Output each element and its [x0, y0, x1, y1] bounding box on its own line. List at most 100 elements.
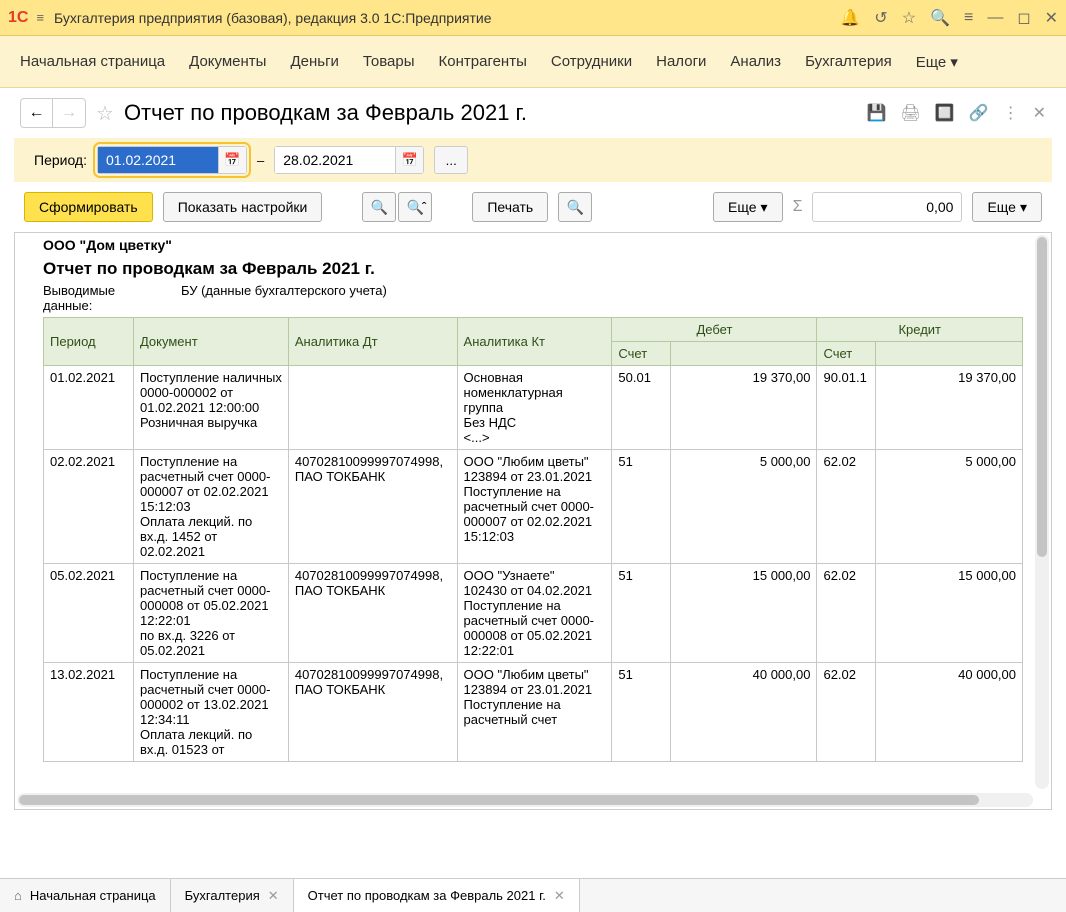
cell-an-dt: 40702810099997074998, ПАО ТОКБАНК [288, 564, 457, 663]
menu-employees[interactable]: Сотрудники [551, 53, 632, 70]
cell-c-acc: 90.01.1 [817, 366, 876, 450]
cell-document: Поступление на расчетный счет 0000-00000… [133, 663, 288, 762]
cell-c-acc: 62.02 [817, 450, 876, 564]
table-row[interactable]: 02.02.2021Поступление на расчетный счет … [44, 450, 1023, 564]
cell-d-val: 15 000,00 [670, 564, 816, 663]
cell-c-val: 5 000,00 [876, 450, 1023, 564]
date-to-input[interactable] [275, 147, 395, 173]
print-icon[interactable]: 🖨 [900, 103, 920, 123]
col-an-dt: Аналитика Дт [288, 318, 457, 366]
tab-report[interactable]: Отчет по проводкам за Февраль 2021 г. ✕ [294, 879, 580, 912]
date-from-input[interactable] [98, 147, 218, 173]
print-button[interactable]: Печать [472, 192, 548, 222]
bell-icon[interactable]: 🔔 [840, 8, 860, 28]
calendar-to-icon[interactable]: 📅 [395, 147, 423, 173]
bottom-tabs: ⌂ Начальная страница Бухгалтерия ✕ Отчет… [0, 878, 1066, 912]
home-icon: ⌂ [14, 888, 22, 903]
cell-an-dt: 40702810099997074998, ПАО ТОКБАНК [288, 450, 457, 564]
cell-document: Поступление наличных 0000-000002 от 01.0… [133, 366, 288, 450]
show-settings-button[interactable]: Показать настройки [163, 192, 323, 222]
date-to-box: 📅 [274, 146, 424, 174]
close-icon[interactable]: ✕ [1045, 8, 1058, 28]
app-title: Бухгалтерия предприятия (базовая), редак… [54, 10, 840, 26]
sub-value: БУ (данные бухгалтерского учета) [181, 283, 387, 313]
star-icon[interactable]: ☆ [902, 8, 916, 28]
report-header: ← → ☆ Отчет по проводкам за Февраль 2021… [0, 88, 1066, 138]
period-bar: Период: 📅 – 📅 ... [14, 138, 1052, 182]
nav-arrows: ← → [20, 98, 86, 128]
page-title: Отчет по проводкам за Февраль 2021 г. [124, 100, 857, 126]
history-icon[interactable]: ↺ [874, 8, 887, 28]
col-period: Период [44, 318, 134, 366]
report-area: ООО "Дом цветку" Отчет по проводкам за Ф… [14, 232, 1052, 810]
menu-taxes[interactable]: Налоги [656, 53, 706, 70]
menu-documents[interactable]: Документы [189, 53, 266, 70]
cell-an-dt [288, 366, 457, 450]
col-document: Документ [133, 318, 288, 366]
cell-c-acc: 62.02 [817, 564, 876, 663]
settings-icon[interactable]: ≡ [964, 9, 973, 27]
cell-d-val: 5 000,00 [670, 450, 816, 564]
report-name: Отчет по проводкам за Февраль 2021 г. [43, 257, 1051, 283]
cell-document: Поступление на расчетный счет 0000-00000… [133, 450, 288, 564]
tab-home-label: Начальная страница [30, 888, 156, 903]
date-from-box: 📅 [97, 146, 247, 174]
org-name: ООО "Дом цветку" [43, 233, 1051, 257]
maximize-icon[interactable]: ◻ [1017, 8, 1030, 28]
sum-input[interactable] [812, 192, 962, 222]
back-arrow-icon[interactable]: ← [21, 99, 53, 127]
menu-home[interactable]: Начальная страница [20, 53, 165, 70]
minimize-icon[interactable]: — [987, 9, 1003, 27]
cell-an-kt: ООО "Узнаете" 102430 от 04.02.2021 Посту… [457, 564, 612, 663]
col-c-value [876, 342, 1023, 366]
close-report-icon[interactable]: ✕ [1033, 103, 1046, 123]
chevron-down-icon: ▾ [1020, 199, 1027, 216]
cell-an-kt: ООО "Любим цветы" 123894 от 23.01.2021 П… [457, 663, 612, 762]
favorite-star-icon[interactable]: ☆ [96, 101, 114, 126]
cell-period: 05.02.2021 [44, 564, 134, 663]
menu-more[interactable]: Еще ▾ [916, 53, 958, 71]
cell-period: 02.02.2021 [44, 450, 134, 564]
cell-c-val: 19 370,00 [876, 366, 1023, 450]
cell-an-dt: 40702810099997074998, ПАО ТОКБАНК [288, 663, 457, 762]
calendar-from-icon[interactable]: 📅 [218, 147, 246, 173]
report-table: Период Документ Аналитика Дт Аналитика К… [43, 317, 1023, 762]
hamburger-icon[interactable]: ≡ [36, 10, 44, 25]
cell-d-acc: 51 [612, 450, 671, 564]
cell-d-acc: 51 [612, 564, 671, 663]
more-button-1[interactable]: Еще▾ [713, 192, 783, 222]
col-d-value [670, 342, 816, 366]
cell-d-acc: 51 [612, 663, 671, 762]
print-preview-button[interactable]: 🔍 [558, 192, 592, 222]
tab-accounting[interactable]: Бухгалтерия ✕ [171, 879, 294, 912]
cell-d-val: 40 000,00 [670, 663, 816, 762]
generate-button[interactable]: Сформировать [24, 192, 153, 222]
table-row[interactable]: 05.02.2021Поступление на расчетный счет … [44, 564, 1023, 663]
search-icon[interactable]: 🔍 [930, 8, 950, 28]
logo-1c: 1С [8, 9, 28, 27]
scrollbar-vertical[interactable] [1035, 235, 1049, 789]
save-icon[interactable]: 💾 [867, 103, 887, 123]
menu-accounting[interactable]: Бухгалтерия [805, 53, 892, 70]
find-up-button[interactable]: 🔍̂ [398, 192, 432, 222]
period-select-button[interactable]: ... [434, 146, 468, 174]
close-icon[interactable]: ✕ [268, 888, 279, 904]
tab-report-label: Отчет по проводкам за Февраль 2021 г. [308, 888, 546, 903]
forward-arrow-icon[interactable]: → [53, 99, 85, 127]
preview-icon[interactable]: 🔲 [935, 103, 955, 123]
table-row[interactable]: 13.02.2021Поступление на расчетный счет … [44, 663, 1023, 762]
menu-analysis[interactable]: Анализ [730, 53, 781, 70]
menu-money[interactable]: Деньги [290, 53, 338, 70]
close-icon[interactable]: ✕ [554, 888, 565, 904]
link-icon[interactable]: 🔗 [969, 103, 989, 123]
scrollbar-horizontal[interactable] [17, 793, 1033, 807]
more-vert-icon[interactable]: ⋮ [1003, 103, 1019, 123]
find-button[interactable]: 🔍 [362, 192, 396, 222]
menu-contractors[interactable]: Контрагенты [439, 53, 527, 70]
menu-goods[interactable]: Товары [363, 53, 415, 70]
tab-home[interactable]: ⌂ Начальная страница [0, 879, 171, 912]
more-button-2[interactable]: Еще▾ [972, 192, 1042, 222]
table-row[interactable]: 01.02.2021Поступление наличных 0000-0000… [44, 366, 1023, 450]
cell-d-val: 19 370,00 [670, 366, 816, 450]
col-d-account: Счет [612, 342, 671, 366]
